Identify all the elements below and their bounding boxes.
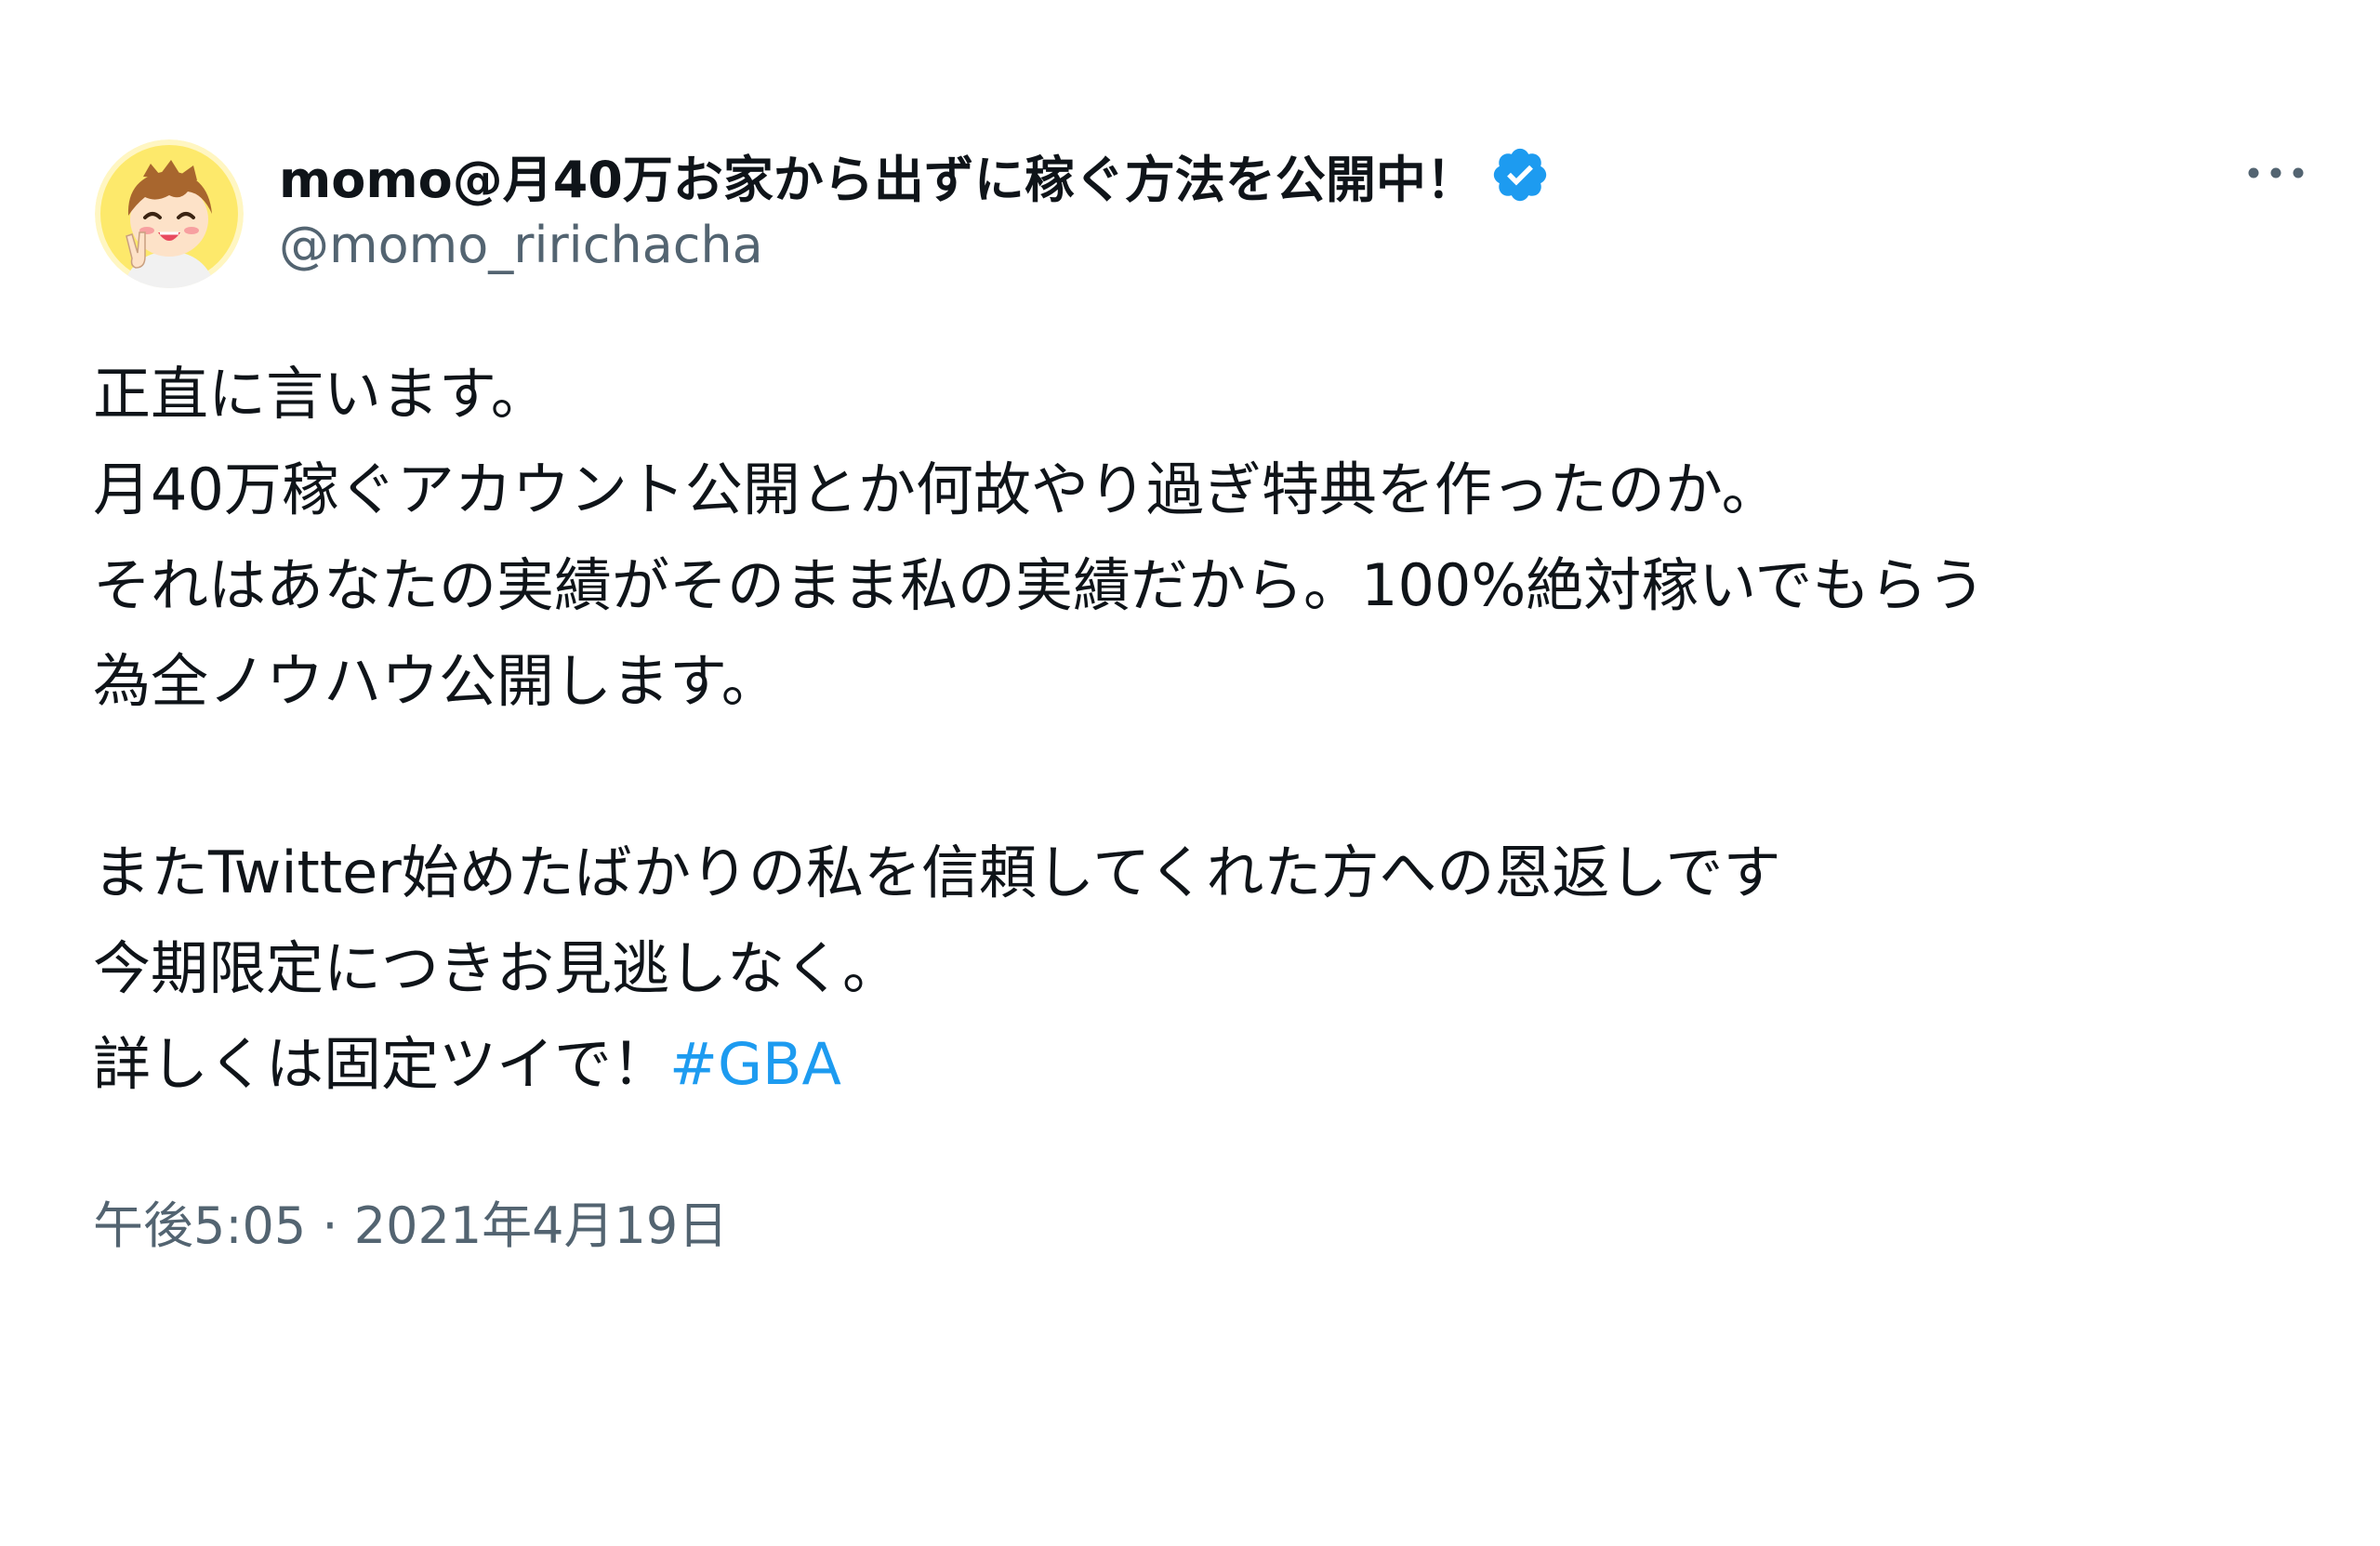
tweet-line: 為全ノウハウ公開します。	[93, 647, 779, 715]
tweet-text: 正直に言います。 月40万稼ぐアカウント公開とか何故やり過ぎ特典を作ったのか。 …	[93, 346, 2306, 1112]
tweet-timestamp[interactable]: 午後5:05 · 2021年4月19日	[93, 1184, 728, 1258]
author-name-row: momo@月40万お家から出ずに稼ぐ方法を公開中！	[279, 138, 1551, 212]
avatar[interactable]	[95, 139, 244, 288]
tweet-card: momo@月40万お家から出ずに稼ぐ方法を公開中！ @momo_ririchac…	[0, 0, 2380, 1546]
hashtag-link[interactable]: #GBA	[669, 1030, 841, 1098]
tweet-line: 月40万稼ぐアカウント公開とか何故やり過ぎ特典を作ったのか。	[93, 456, 1779, 523]
tweet-last-line-text: 詳しくは固定ツイで！	[93, 1030, 670, 1098]
tweet-line: またTwitter始めたばかりの私を信頼してくれた方への恩返しです	[93, 839, 1781, 906]
verified-badge-icon	[1489, 144, 1551, 205]
tweet-line: 正直に言います。	[93, 360, 549, 428]
more-dots-icon[interactable]	[2239, 149, 2313, 197]
author-display-name[interactable]: momo@月40万お家から出ずに稼ぐ方法を公開中！	[279, 139, 1476, 212]
author-handle[interactable]: @momo_ririchacha	[279, 216, 763, 274]
tweet-line: それはあなたの実績がそのまま私の実績だから。100%絶対稼いでもらう	[93, 551, 1986, 619]
tweet-last-line: 詳しくは固定ツイで！#GBA	[93, 1016, 2306, 1112]
avatar-image	[95, 139, 244, 288]
tweet-line: 今期限定につきお見逃しなく。	[93, 934, 901, 1002]
